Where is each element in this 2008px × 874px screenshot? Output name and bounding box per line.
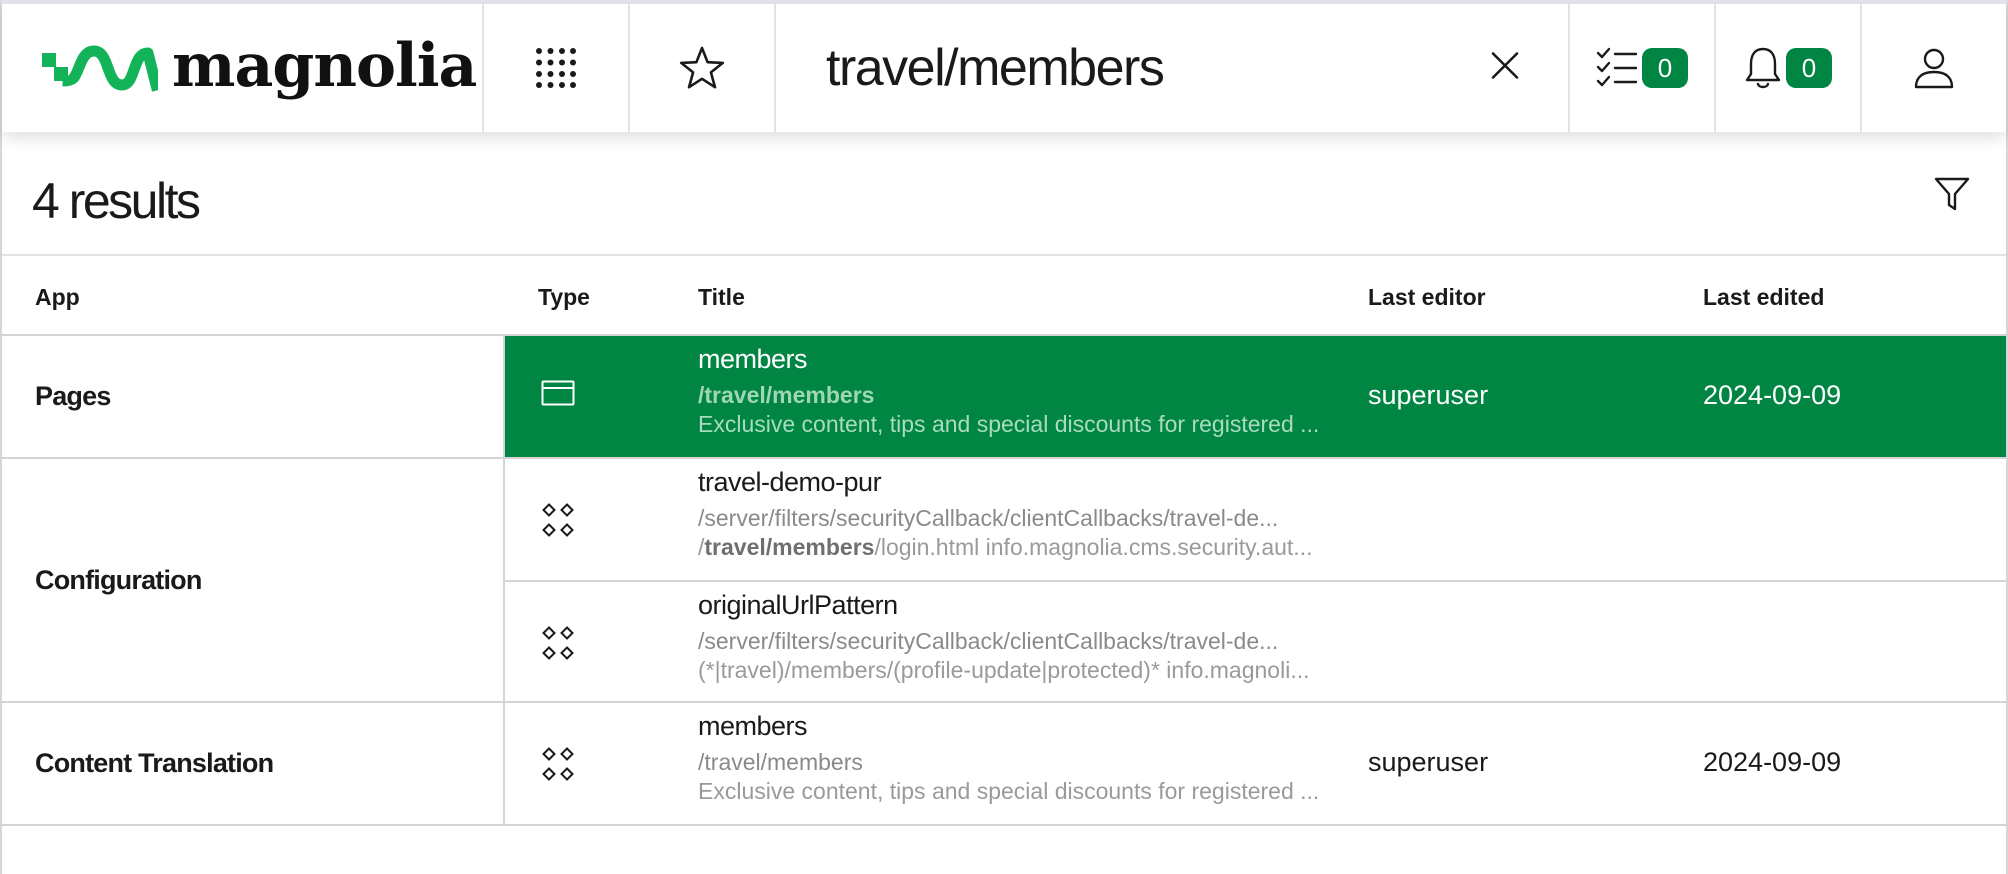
favorites-button[interactable] xyxy=(630,4,776,132)
search-input[interactable] xyxy=(826,38,1386,98)
app-launcher-button[interactable] xyxy=(484,4,630,132)
tasks-count-badge: 0 xyxy=(1642,48,1688,88)
result-group-content-translation: Content Translation members /travel/memb… xyxy=(2,703,2006,826)
tasks-checklist-icon xyxy=(1596,47,1638,87)
logo[interactable]: magnolia xyxy=(2,4,484,132)
row-path: /server/filters/securityCallback/clientC… xyxy=(698,628,1279,654)
column-header-last-editor[interactable]: Last editor xyxy=(1368,284,1486,311)
column-header-app[interactable]: App xyxy=(35,284,80,311)
table-row[interactable]: members /travel/members Exclusive conten… xyxy=(505,336,2006,457)
top-bar: magnolia 0 xyxy=(2,4,2006,132)
logo-text: magnolia xyxy=(172,31,477,101)
search-match-highlight: travel/members xyxy=(704,534,875,560)
table-header: App Type Title Last editor Last edited xyxy=(2,256,2006,336)
column-header-type[interactable]: Type xyxy=(538,284,590,311)
config-node-icon xyxy=(542,626,574,660)
clear-search-button[interactable] xyxy=(1490,51,1520,86)
row-description: Exclusive content, tips and special disc… xyxy=(698,778,1320,804)
description-suffix: /login.html info.magnolia.cms.security.a… xyxy=(874,534,1313,560)
table-row[interactable]: travel-demo-pur /server/filters/security… xyxy=(505,459,2006,580)
result-group-configuration: Configuration travel-demo-pur /server/fi… xyxy=(2,459,2006,703)
config-node-icon xyxy=(542,747,574,781)
user-menu-button[interactable] xyxy=(1862,4,2006,132)
star-icon xyxy=(679,46,725,89)
group-label: Content Translation xyxy=(2,703,505,824)
column-header-title[interactable]: Title xyxy=(698,284,745,311)
tasks-button[interactable]: 0 xyxy=(1570,4,1716,132)
row-last-edited: 2024-09-09 xyxy=(1703,747,1842,777)
magnolia-logo-mark-icon xyxy=(42,45,158,92)
row-last-editor: superuser xyxy=(1368,380,1489,410)
row-title: members xyxy=(698,711,808,741)
bell-icon xyxy=(1745,47,1781,89)
notifications-button[interactable]: 0 xyxy=(1716,4,1862,132)
row-description: /travel/members/login.html info.magnolia… xyxy=(698,534,1312,561)
row-title: originalUrlPattern xyxy=(698,590,898,620)
row-path: /travel/members xyxy=(698,382,875,408)
filter-funnel-icon xyxy=(1934,177,1970,211)
user-icon xyxy=(1914,48,1954,89)
filter-button[interactable] xyxy=(1934,176,1970,217)
group-label: Pages xyxy=(2,336,505,457)
close-icon xyxy=(1491,52,1519,79)
row-title: travel-demo-pur xyxy=(698,467,882,497)
search-bar xyxy=(776,4,1570,132)
table-row[interactable]: originalUrlPattern /server/filters/secur… xyxy=(505,580,2006,701)
row-path: /server/filters/securityCallback/clientC… xyxy=(698,505,1279,531)
row-path: /travel/members xyxy=(698,749,863,775)
config-node-icon xyxy=(542,503,574,537)
notifications-count-badge: 0 xyxy=(1786,48,1832,88)
table-row[interactable]: members /travel/members Exclusive conten… xyxy=(505,703,2006,824)
group-label: Configuration xyxy=(2,459,505,701)
results-header: 4 results xyxy=(2,132,2006,256)
row-description: (*|travel)/members/(profile-update|prote… xyxy=(698,657,1310,683)
result-group-pages: Pages members /travel/members Exclusive … xyxy=(2,336,2006,459)
column-header-last-edited[interactable]: Last edited xyxy=(1703,284,1824,311)
grid-dots-icon xyxy=(536,48,576,88)
row-description: Exclusive content, tips and special disc… xyxy=(698,411,1320,437)
results-table: App Type Title Last editor Last edited P… xyxy=(2,256,2006,826)
row-title: members xyxy=(698,344,808,374)
results-count: 4 results xyxy=(32,173,201,229)
page-icon xyxy=(541,380,575,406)
row-last-editor: superuser xyxy=(1368,747,1489,777)
row-last-edited: 2024-09-09 xyxy=(1703,380,1842,410)
